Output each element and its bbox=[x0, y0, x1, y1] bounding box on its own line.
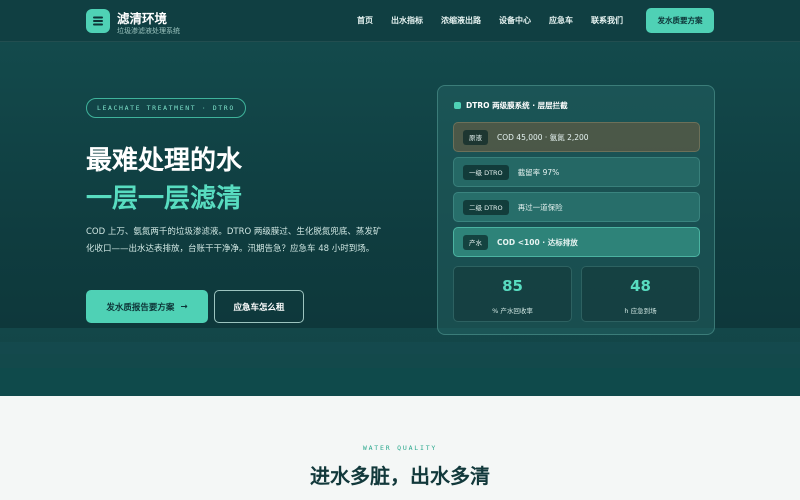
section-eyebrow: WATER QUALITY bbox=[362, 444, 438, 452]
stat-card-recovery: 85 % 产水回收率 bbox=[453, 266, 572, 322]
hero-wave-band bbox=[0, 368, 800, 396]
brand-subtitle: 垃圾渗滤液处理系统 bbox=[117, 27, 180, 35]
nav-link-emergency-truck[interactable]: 应急车 bbox=[549, 15, 573, 26]
brand-name[interactable]: 滤清环境 bbox=[117, 8, 167, 27]
water-quality-section: WATER QUALITY 进水多脏，出水多清 bbox=[0, 396, 800, 500]
request-plan-button[interactable]: 发水质报告要方案 → bbox=[86, 290, 208, 323]
stage-chip: 二级 DTRO bbox=[463, 199, 509, 215]
nav-links: 首页 出水指标 浓缩液出路 设备中心 应急车 联系我们 bbox=[357, 15, 641, 26]
stage-product: 产水 COD <100 · 达标排放 bbox=[453, 227, 700, 257]
hero-tag: LEACHATE TREATMENT · DTRO bbox=[86, 98, 246, 118]
stat-value: 85 bbox=[502, 277, 523, 295]
nav-cta-button[interactable]: 发水质要方案 bbox=[646, 8, 714, 33]
dtro-panel: DTRO 两级膜系统 · 层层拦截 原液 COD 45,000 · 氨氮 2,2… bbox=[437, 85, 715, 335]
hero-wave-band bbox=[0, 354, 800, 368]
stage-raw: 原液 COD 45,000 · 氨氮 2,200 bbox=[453, 122, 700, 152]
stat-label: h 应急到场 bbox=[624, 307, 657, 315]
stat-label: % 产水回收率 bbox=[492, 307, 533, 315]
top-nav: 滤清环境 垃圾渗滤液处理系统 首页 出水指标 浓缩液出路 设备中心 应急车 联系… bbox=[0, 0, 800, 42]
stage-text: 截留率 97% bbox=[517, 167, 560, 177]
filter-layers-icon bbox=[93, 16, 103, 26]
stage-chip: 产水 bbox=[463, 234, 488, 250]
nav-link-effluent-specs[interactable]: 出水指标 bbox=[391, 15, 423, 26]
rent-truck-button[interactable]: 应急车怎么租 bbox=[214, 290, 304, 323]
section-title: 进水多脏，出水多清 bbox=[310, 464, 490, 488]
arrow-right-icon: → bbox=[180, 301, 188, 312]
bullet-icon bbox=[454, 102, 461, 109]
nav-link-concentrate[interactable]: 浓缩液出路 bbox=[441, 15, 481, 26]
hero-title-line1: 最难处理的水 bbox=[86, 146, 243, 176]
hero-title-line2: 一层一层滤清 bbox=[86, 184, 243, 214]
request-plan-label: 发水质报告要方案 bbox=[106, 302, 175, 313]
hero-section: LEACHATE TREATMENT · DTRO 最难处理的水 一层一层滤清 … bbox=[0, 42, 800, 396]
nav-link-home[interactable]: 首页 bbox=[357, 15, 373, 26]
stage-text: 再过一道保险 bbox=[517, 202, 563, 212]
hero-wave-band bbox=[0, 342, 800, 354]
panel-title-text: DTRO 两级膜系统 · 层层拦截 bbox=[466, 101, 568, 110]
stage-dtro-1: 一级 DTRO 截留率 97% bbox=[453, 157, 700, 187]
stat-card-response: 48 h 应急到场 bbox=[581, 266, 700, 322]
stage-dtro-2: 二级 DTRO 再过一道保险 bbox=[453, 192, 700, 222]
stage-chip: 原液 bbox=[463, 129, 488, 145]
nav-link-contact[interactable]: 联系我们 bbox=[591, 15, 623, 26]
stage-text: COD 45,000 · 氨氮 2,200 bbox=[497, 132, 589, 142]
nav-link-equipment[interactable]: 设备中心 bbox=[499, 15, 531, 26]
hero-description: COD 上万、氨氮两千的垃圾渗滤液。DTRO 两级膜过、生化脱氮兜底、蒸发矿化收… bbox=[86, 227, 382, 254]
stage-text: COD <100 · 达标排放 bbox=[497, 237, 578, 247]
brand-logo[interactable] bbox=[86, 9, 110, 33]
stat-value: 48 bbox=[630, 277, 651, 295]
stage-chip: 一级 DTRO bbox=[463, 164, 509, 180]
panel-title: DTRO 两级膜系统 · 层层拦截 bbox=[454, 100, 568, 111]
